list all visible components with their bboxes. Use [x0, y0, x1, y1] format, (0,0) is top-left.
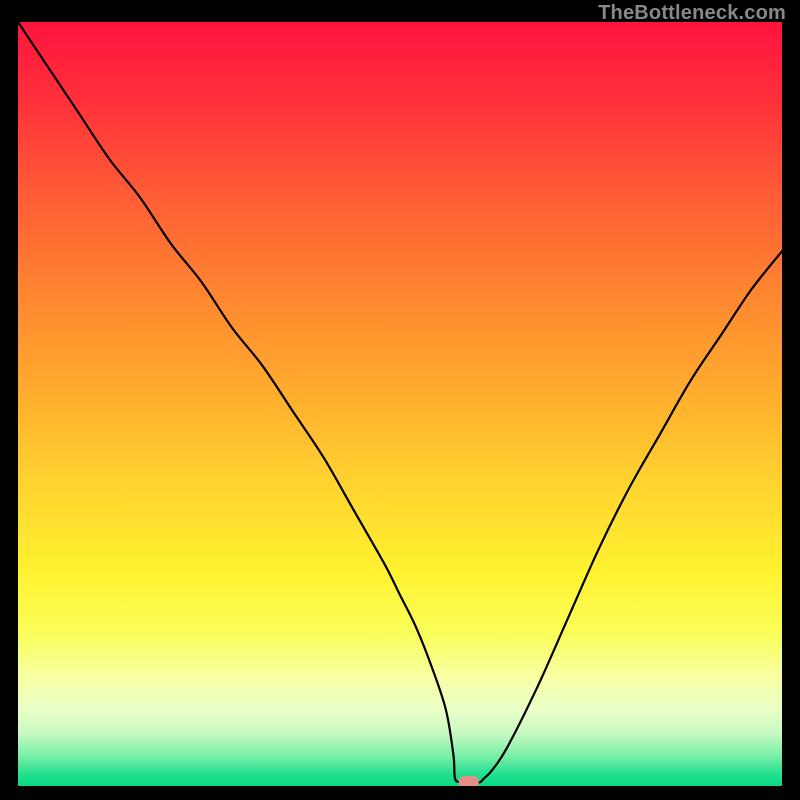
chart-svg [18, 22, 782, 786]
chart-frame: TheBottleneck.com [0, 0, 800, 800]
optimal-marker [459, 776, 479, 786]
gradient-background [18, 22, 782, 786]
plot-area [18, 22, 782, 786]
